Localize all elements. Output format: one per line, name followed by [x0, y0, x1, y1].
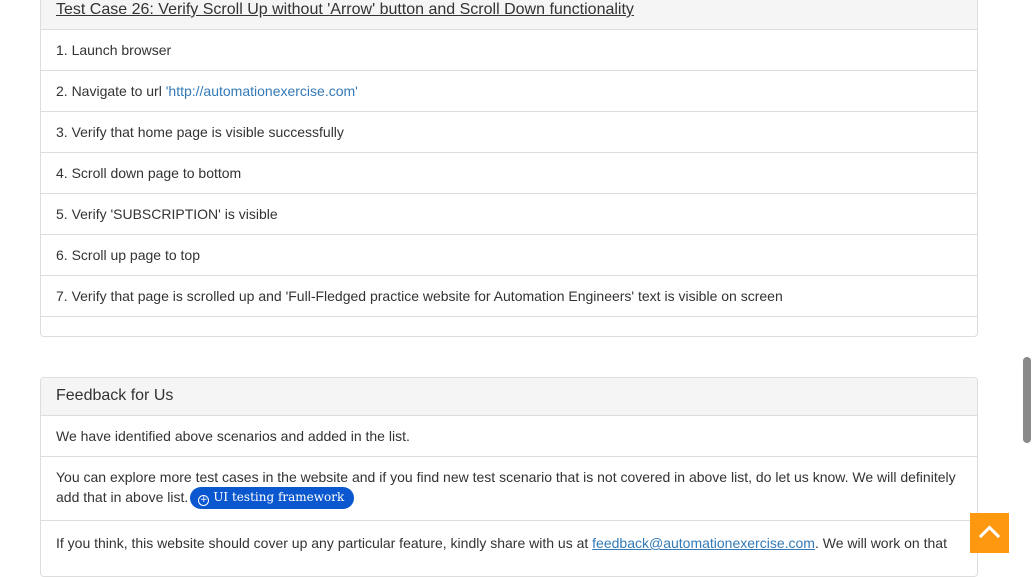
- ui-testing-framework-badge[interactable]: + UI testing framework: [190, 487, 355, 510]
- plus-circle-icon: +: [198, 495, 210, 507]
- step-item-6: 6. Scroll up page to top: [41, 235, 977, 276]
- feedback-panel: Feedback for Us We have identified above…: [40, 377, 978, 577]
- chevron-up-icon: [979, 525, 1000, 538]
- site-url-link[interactable]: 'http://automationexercise.com': [166, 83, 358, 99]
- feedback-line-2: You can explore more test cases in the w…: [41, 457, 977, 521]
- step-item-7: 7. Verify that page is scrolled up and '…: [41, 276, 977, 317]
- feedback-email-link[interactable]: feedback@automationexercise.com: [592, 535, 815, 551]
- step-text: 6. Scroll up page to top: [56, 247, 200, 263]
- step-text: 3. Verify that home page is visible succ…: [56, 124, 344, 140]
- step-text: 5. Verify 'SUBSCRIPTION' is visible: [56, 206, 278, 222]
- step-item-3: 3. Verify that home page is visible succ…: [41, 112, 977, 153]
- feedback-line-1: We have identified above scenarios and a…: [41, 416, 977, 457]
- step-text: 4. Scroll down page to bottom: [56, 165, 242, 181]
- step-item-2: 2. Navigate to url 'http://automationexe…: [41, 71, 977, 112]
- badge-label: UI testing framework: [213, 490, 345, 505]
- test-case-title-link[interactable]: Test Case 26: Verify Scroll Up without '…: [56, 1, 634, 18]
- step-item-1: 1. Launch browser: [41, 30, 977, 71]
- step-item-4: 4. Scroll down page to bottom: [41, 153, 977, 194]
- step-item-5: 5. Verify 'SUBSCRIPTION' is visible: [41, 194, 977, 235]
- page-scrollbar[interactable]: [1020, 0, 1034, 553]
- feedback-text: If you think, this website should cover …: [56, 535, 593, 551]
- scroll-up-button[interactable]: [970, 513, 1009, 553]
- test-case-panel: Test Case 26: Verify Scroll Up without '…: [40, 0, 978, 337]
- scrollbar-thumb[interactable]: [1023, 357, 1031, 443]
- feedback-heading: Feedback for Us: [41, 378, 977, 416]
- feedback-text: We have identified above scenarios and a…: [56, 428, 410, 444]
- step-text: 2. Navigate to url: [56, 83, 166, 99]
- feedback-text: . We will work on that: [814, 535, 947, 551]
- step-text: 7. Verify that page is scrolled up and '…: [56, 288, 783, 304]
- test-case-heading: Test Case 26: Verify Scroll Up without '…: [41, 0, 977, 30]
- feedback-line-3: If you think, this website should cover …: [41, 521, 977, 553]
- step-text: 1. Launch browser: [56, 42, 172, 58]
